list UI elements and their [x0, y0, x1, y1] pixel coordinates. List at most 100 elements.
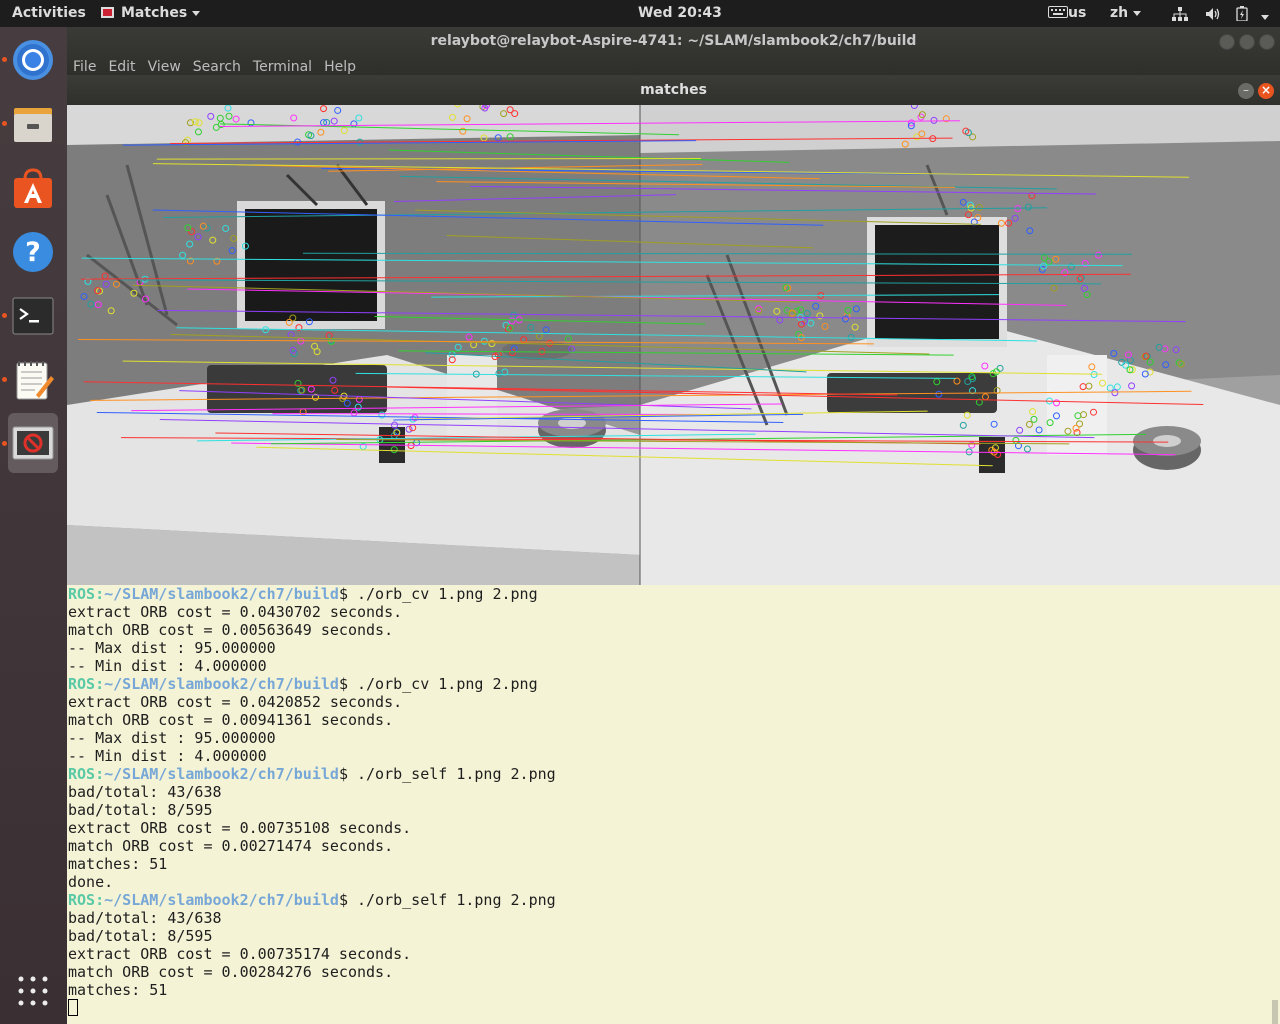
terminal-prompt-line: ROS:~/SLAM/slambook2/ch7/build$ ./orb_cv… — [68, 585, 556, 603]
terminal-output[interactable]: ROS:~/SLAM/slambook2/ch7/build$ ./orb_cv… — [68, 585, 556, 1017]
prompt-user: ROS: — [68, 891, 105, 909]
prompt-command: $ ./orb_cv 1.png 2.png — [338, 585, 538, 603]
terminal-titlebar[interactable]: relaybot@relaybot-Aspire-4741: ~/SLAM/sl… — [67, 27, 1280, 75]
terminal-prompt-line: ROS:~/SLAM/slambook2/ch7/build$ ./orb_cv… — [68, 675, 556, 693]
terminal-output-line: extract ORB cost = 0.0420852 seconds. — [68, 693, 403, 711]
terminal-output-line: matches: 51 — [68, 855, 168, 873]
running-indicator — [2, 377, 7, 382]
text-editor-launcher[interactable] — [8, 355, 58, 405]
close-button[interactable] — [1259, 34, 1275, 50]
chevron-down-icon — [192, 10, 201, 16]
shopping-bag-icon — [14, 168, 52, 208]
volume-icon — [1205, 8, 1220, 20]
menu-terminal[interactable]: Terminal — [253, 59, 312, 75]
minimize-button[interactable]: – — [1238, 83, 1254, 99]
left-image — [67, 105, 640, 585]
menu-file[interactable]: File — [73, 59, 96, 75]
terminal-output-line: -- Max dist : 95.000000 — [68, 729, 276, 747]
minimize-button[interactable] — [1219, 34, 1235, 50]
terminal-input-line[interactable] — [68, 999, 556, 1017]
terminal-output-line: bad/total: 8/595 — [68, 927, 213, 945]
running-indicator — [2, 441, 7, 446]
network-icon — [1172, 7, 1188, 21]
running-indicator — [2, 57, 7, 62]
terminal-output-line: extract ORB cost = 0.0430702 seconds. — [68, 603, 403, 621]
show-applications-button[interactable] — [17, 975, 49, 1011]
terminal-launcher[interactable] — [8, 291, 58, 341]
menu-view[interactable]: View — [148, 59, 181, 75]
input-method-label: zh — [1110, 5, 1129, 21]
terminal-output-line: extract ORB cost = 0.00735174 seconds. — [68, 945, 412, 963]
clock[interactable]: Wed 20:43 — [638, 5, 722, 21]
close-button[interactable]: × — [1258, 83, 1274, 99]
terminal-menubar: File Edit View Search Terminal Help — [73, 59, 368, 75]
app-menu-icon — [101, 7, 114, 18]
app-window-icon — [12, 426, 54, 460]
terminal-output-line: match ORB cost = 0.00563649 seconds. — [68, 621, 394, 639]
chrome-launcher[interactable] — [8, 35, 58, 85]
keyboard-indicator[interactable]: us — [1048, 5, 1086, 21]
maximize-button[interactable] — [1239, 34, 1255, 50]
prompt-path: ~/SLAM/slambook2/ch7/build — [104, 765, 339, 783]
terminal-output-line: -- Min dist : 4.000000 — [68, 747, 267, 765]
terminal-output-line: bad/total: 43/638 — [68, 783, 222, 801]
app-menu-label: Matches — [121, 5, 188, 21]
menu-search[interactable]: Search — [193, 59, 241, 75]
terminal-output-line: bad/total: 43/638 — [68, 909, 222, 927]
terminal-output-line: matches: 51 — [68, 981, 168, 999]
prompt-user: ROS: — [68, 585, 105, 603]
prompt-path: ~/SLAM/slambook2/ch7/build — [104, 675, 339, 693]
terminal-scrollbar[interactable] — [1272, 1000, 1278, 1024]
system-menu[interactable] — [1172, 6, 1269, 25]
running-indicator — [2, 121, 7, 126]
prompt-path: ~/SLAM/slambook2/ch7/build — [104, 891, 339, 909]
dock: ? — [0, 27, 67, 1024]
terminal-cursor — [68, 999, 78, 1016]
terminal-prompt-line: ROS:~/SLAM/slambook2/ch7/build$ ./orb_se… — [68, 765, 556, 783]
app-menu[interactable]: Matches — [101, 5, 201, 21]
terminal-output-line: -- Max dist : 95.000000 — [68, 639, 276, 657]
chevron-down-icon — [1260, 14, 1269, 20]
matches-titlebar[interactable]: matches – × — [67, 75, 1280, 105]
match-line — [156, 158, 701, 160]
matches-window[interactable]: matches – × — [67, 75, 1280, 585]
input-method-menu[interactable]: zh — [1110, 5, 1142, 21]
match-image — [67, 105, 1280, 585]
terminal-output-line: done. — [68, 873, 114, 891]
prompt-user: ROS: — [68, 675, 105, 693]
keyboard-layout: us — [1068, 5, 1087, 21]
notepad-icon — [16, 361, 54, 400]
terminal-title: relaybot@relaybot-Aspire-4741: ~/SLAM/sl… — [430, 33, 917, 49]
terminal-output-line: extract ORB cost = 0.00735108 seconds. — [68, 819, 412, 837]
app-grid-icon — [18, 976, 48, 1006]
terminal-prompt-line: ROS:~/SLAM/slambook2/ch7/build$ ./orb_se… — [68, 891, 556, 909]
file-cabinet-icon — [14, 108, 52, 142]
chrome-icon — [13, 40, 53, 80]
help-icon: ? — [13, 232, 53, 272]
top-bar: Activities Matches Wed 20:43 us zh — [0, 0, 1280, 27]
prompt-path: ~/SLAM/slambook2/ch7/build — [104, 585, 339, 603]
terminal-output-line: match ORB cost = 0.00941361 seconds. — [68, 711, 394, 729]
keyboard-icon — [1048, 6, 1068, 18]
terminal-output-line: -- Min dist : 4.000000 — [68, 657, 267, 675]
prompt-command: $ ./orb_cv 1.png 2.png — [338, 675, 538, 693]
menu-help[interactable]: Help — [324, 59, 356, 75]
terminal-icon — [12, 297, 54, 335]
menu-edit[interactable]: Edit — [108, 59, 135, 75]
prompt-command: $ ./orb_self 1.png 2.png — [338, 891, 556, 909]
prompt-command: $ ./orb_self 1.png 2.png — [338, 765, 556, 783]
help-launcher[interactable]: ? — [8, 227, 58, 277]
activities-button[interactable]: Activities — [12, 5, 86, 21]
terminal-output-line: bad/total: 8/595 — [68, 801, 213, 819]
running-indicator — [2, 313, 7, 318]
battery-icon — [1236, 6, 1248, 22]
terminal-output-line: match ORB cost = 0.00271474 seconds. — [68, 837, 394, 855]
software-launcher[interactable] — [8, 163, 58, 213]
svg-text:?: ? — [25, 237, 41, 268]
files-launcher[interactable] — [8, 99, 58, 149]
chevron-down-icon — [1133, 10, 1142, 16]
matches-window-launcher[interactable] — [8, 413, 58, 473]
prompt-user: ROS: — [68, 765, 105, 783]
terminal-output-line: match ORB cost = 0.00284276 seconds. — [68, 963, 394, 981]
matches-title: matches — [640, 82, 707, 98]
